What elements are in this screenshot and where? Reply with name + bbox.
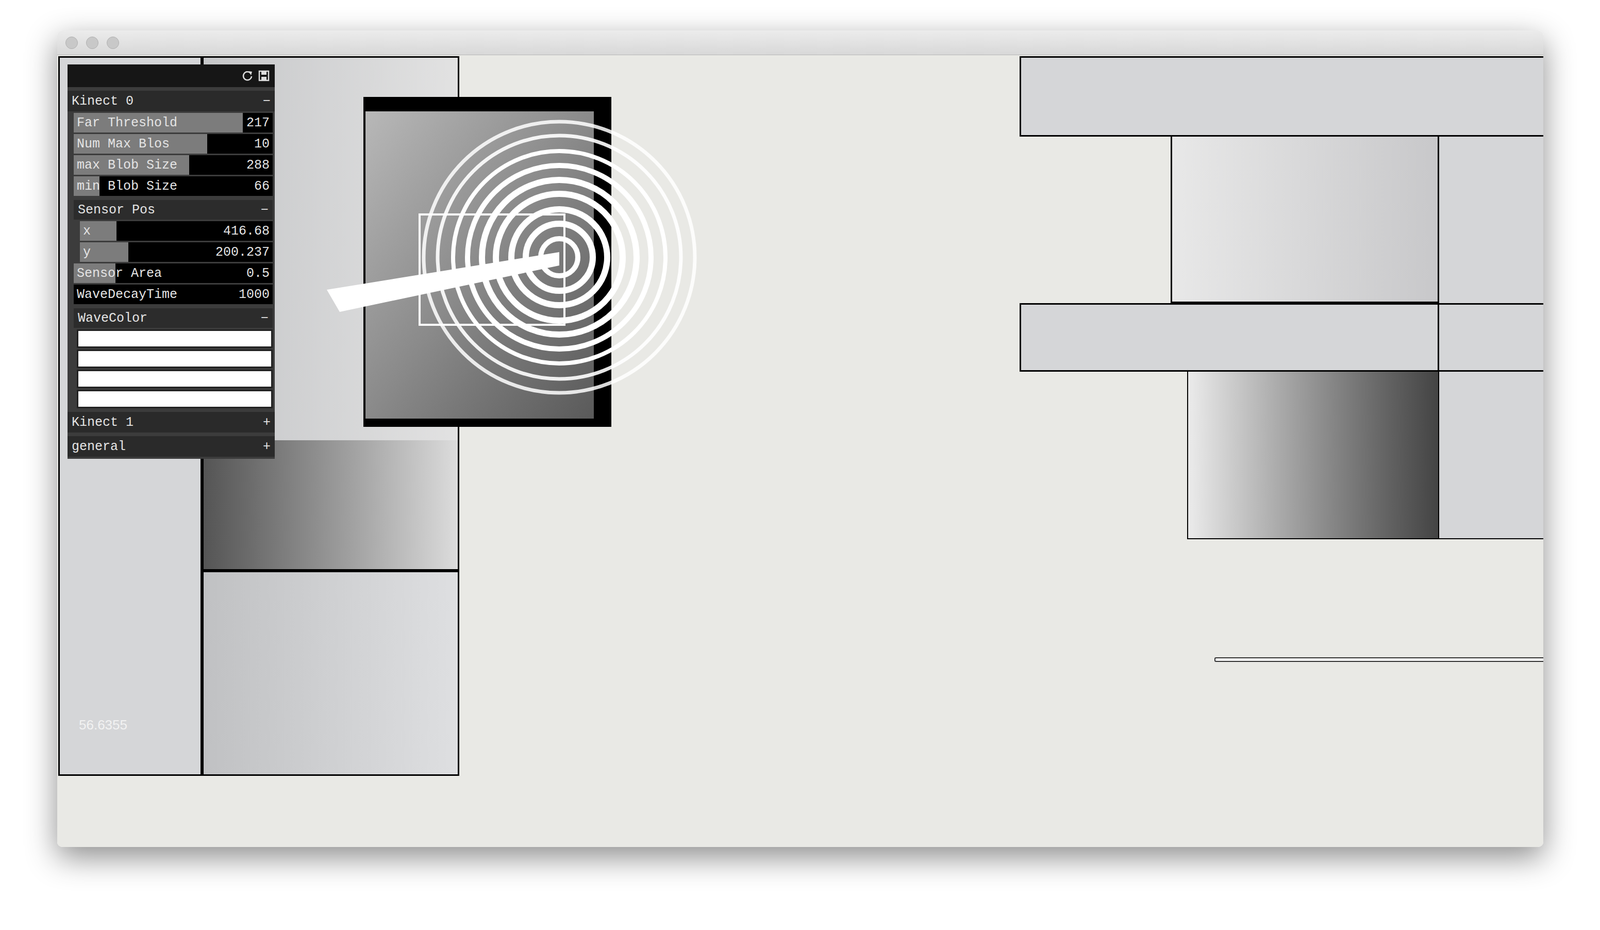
group-header[interactable]: WaveColor − [73,308,273,328]
slider[interactable]: WaveDecayTime 1000 [73,284,273,305]
group-toggle[interactable]: + [262,415,271,429]
group-label: Kinect 0 [71,94,134,108]
slider-label: Num Max Blos [76,137,170,151]
slider[interactable]: max Blob Size 288 [73,155,273,175]
group-toggle[interactable]: − [260,203,269,217]
color-slider[interactable] [76,369,273,389]
wave-circles-icon [314,106,728,468]
reload-icon[interactable] [241,70,254,82]
fps-label: 56.6355 [78,714,128,736]
shape-rect [1187,371,1440,540]
slider[interactable]: Sensor Area 0.5 [73,263,273,283]
shape-rect [1019,56,1544,137]
group-toggle[interactable]: − [262,94,271,108]
slider-label: x [82,224,91,238]
color-fill [78,351,272,367]
gui-group: general + [67,434,275,457]
group-header[interactable]: general + [67,436,275,457]
shape-rect [1019,303,1440,372]
group-toggle[interactable]: − [260,311,269,325]
slider-value: 10 [254,137,270,151]
gui-group: Kinect 0 − Far Threshold 217 Num Max Blos 10 m… [67,88,275,409]
title-bar [57,30,1544,56]
shape-rect [1439,303,1544,372]
color-slider[interactable] [76,389,273,409]
gui-panel[interactable]: Kinect 0 − Far Threshold 217 Num Max Blos 10 m… [67,64,275,459]
sub-group: Sensor Pos − x 416.68 y 200.237 [67,197,275,262]
color-slider[interactable] [76,329,273,348]
slider[interactable]: Far Threshold 217 [73,112,273,133]
shape-rect [202,570,460,776]
slider[interactable]: min Blob Size 66 [73,176,273,196]
slider[interactable]: Num Max Blos 10 [73,134,273,154]
slider-label: Far Threshold [76,116,178,130]
slider[interactable]: x 416.68 [79,221,273,241]
save-icon[interactable] [258,70,270,82]
panel-header [67,64,275,88]
slider-value: 416.68 [223,224,270,238]
group-label: Sensor Pos [77,203,156,217]
group-header[interactable]: Kinect 1 + [67,411,275,433]
slider-value: 0.5 [246,267,270,280]
slider-label: y [82,245,91,259]
group-toggle[interactable]: + [262,440,271,454]
group-label: general [71,440,126,454]
slider-value: 1000 [238,288,270,302]
color-fill [78,330,272,347]
group-label: Kinect 1 [71,415,134,429]
slider-label: Sensor Area [76,267,162,280]
slider-label: WaveDecayTime [76,288,178,302]
gui-group: Kinect 1 + [67,409,275,433]
slider-value: 66 [254,179,270,193]
minimize-button[interactable] [86,36,99,49]
color-fill [78,391,272,407]
group-label: WaveColor [77,311,148,325]
shape-line [1214,657,1544,662]
color-slider[interactable] [76,349,273,369]
slider-label: min Blob Size [76,179,178,193]
slider-value: 217 [246,116,270,130]
canvas: 56.6355 Kinect 0 − Far Threshold 217 Num Max… [57,55,1544,847]
shape-rect [1439,136,1544,304]
sub-group: WaveColor − [67,305,275,409]
slider[interactable]: y 200.237 [79,242,273,262]
color-fill [78,371,272,387]
shape-rect [1439,371,1544,540]
slider-label: max Blob Size [76,158,178,172]
group-header[interactable]: Kinect 0 − [67,90,275,112]
close-button[interactable] [65,36,78,49]
app-window: 56.6355 Kinect 0 − Far Threshold 217 Num Max… [57,30,1544,847]
slider-value: 200.237 [215,245,270,259]
slider-value: 288 [246,158,270,172]
zoom-button[interactable] [106,36,120,49]
shape-rect [1170,136,1440,304]
group-header[interactable]: Sensor Pos − [73,200,273,220]
